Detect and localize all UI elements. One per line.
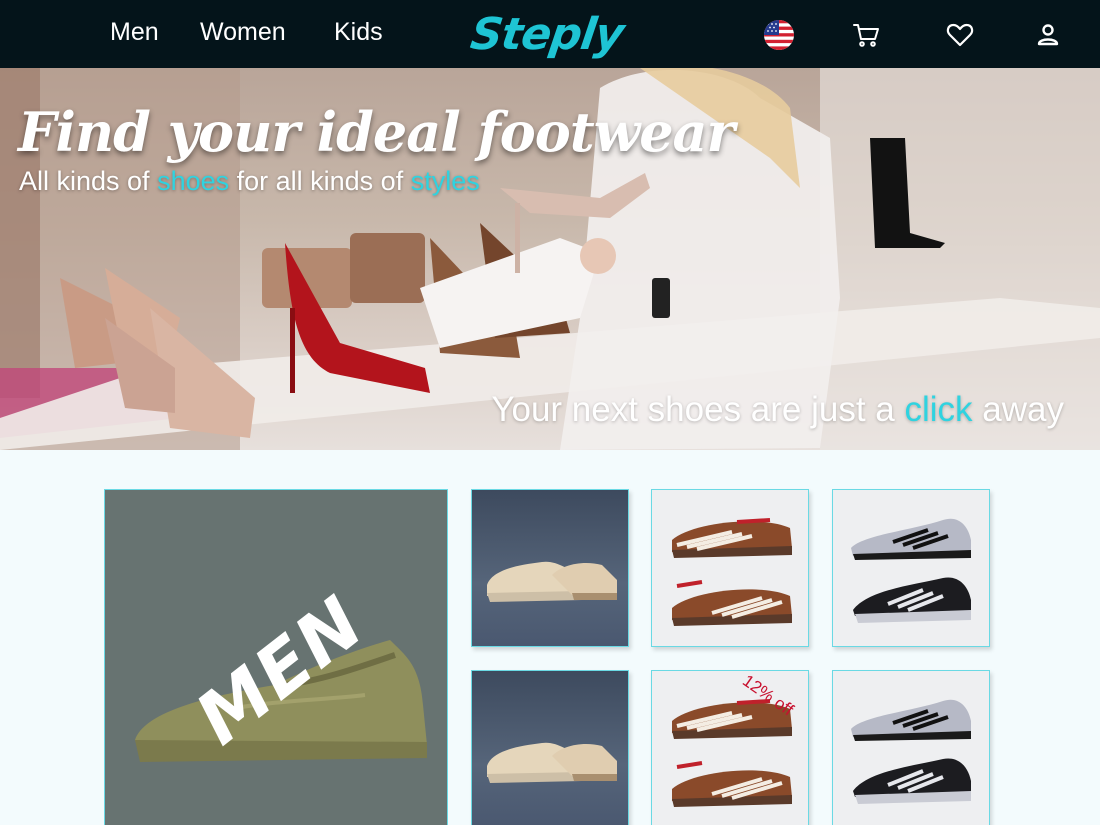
- nav-link-men[interactable]: Men: [110, 18, 159, 47]
- cart-icon[interactable]: [849, 18, 883, 52]
- hero-banner: Find your ideal footwear All kinds of sh…: [0, 68, 1100, 450]
- running-shoe-image: [851, 699, 971, 804]
- product-card-running-shoe[interactable]: [832, 489, 990, 647]
- hero-tagline: Your next shoes are just a click away: [491, 390, 1064, 429]
- us-flag-icon[interactable]: [762, 18, 796, 52]
- accent-click: click: [904, 390, 973, 429]
- product-card-leopard-sneaker-2[interactable]: [651, 670, 809, 825]
- heart-icon[interactable]: [943, 18, 977, 52]
- leopard-sneaker-image: [672, 699, 792, 807]
- accent-styles: styles: [410, 166, 480, 196]
- tan-sneaker-image: [487, 742, 617, 783]
- nav-link-kids[interactable]: Kids: [334, 18, 383, 47]
- product-card-running-shoe-2[interactable]: [832, 670, 990, 825]
- steply-logo[interactable]: Steply: [467, 9, 626, 60]
- accent-shoes: shoes: [157, 166, 230, 196]
- nav-link-women[interactable]: Women: [200, 18, 286, 47]
- running-shoe-image: [851, 518, 971, 623]
- tan-sneaker-image: [487, 561, 617, 602]
- user-icon[interactable]: [1031, 18, 1065, 52]
- men-category-tile[interactable]: MEN: [104, 489, 448, 825]
- hero-title: Find your ideal footwear: [18, 100, 735, 164]
- top-nav: Men Women Kids Steply: [0, 0, 1100, 68]
- product-card-tan-sneaker-2[interactable]: [471, 670, 629, 825]
- hero-subtitle: All kinds of shoes for all kinds of styl…: [19, 166, 480, 196]
- product-card-tan-sneaker[interactable]: [471, 489, 629, 647]
- product-card-leopard-sneaker[interactable]: [651, 489, 809, 647]
- leopard-sneaker-image: [672, 518, 792, 626]
